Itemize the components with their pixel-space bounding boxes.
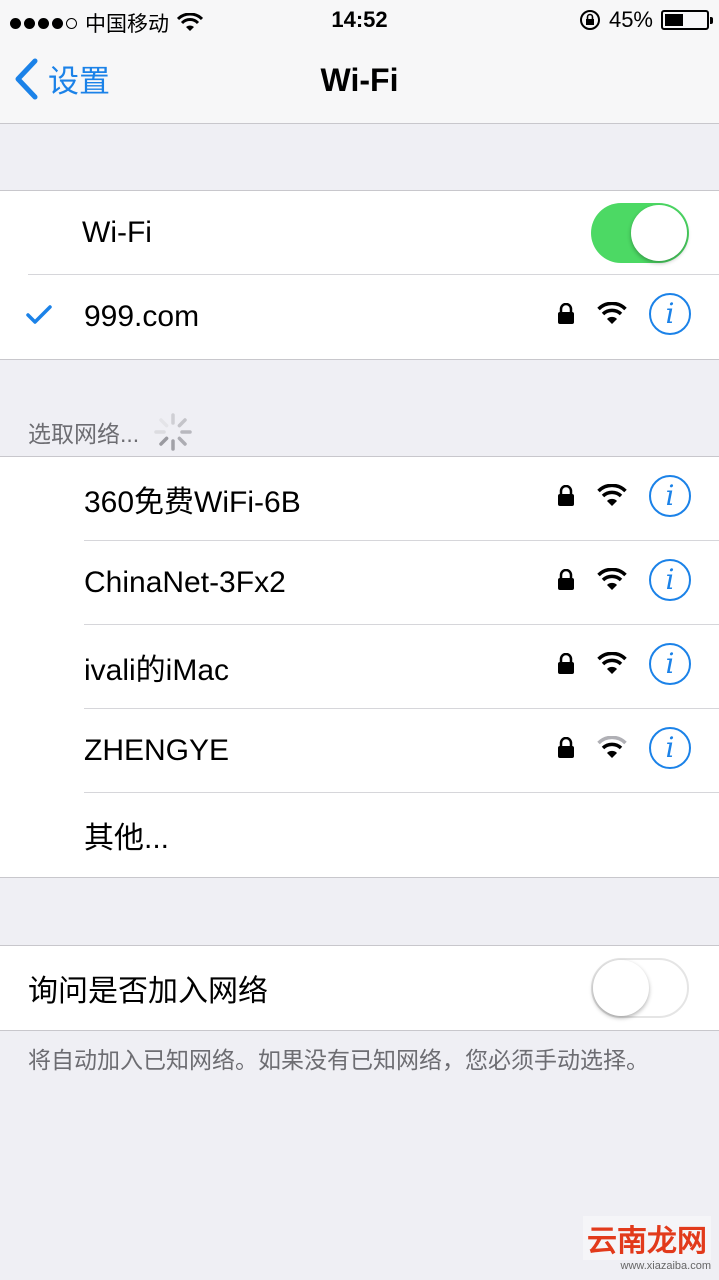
info-icon[interactable]: i: [649, 475, 691, 517]
network-row[interactable]: 360免费WiFi-6B i: [0, 457, 719, 541]
ask-to-join-footer: 将自动加入已知网络。如果没有已知网络，您必须手动选择。: [28, 1047, 649, 1073]
battery-icon: [661, 10, 713, 30]
battery-level: [665, 14, 683, 26]
network-row[interactable]: ZHENGYE i: [0, 709, 719, 793]
info-icon[interactable]: i: [649, 643, 691, 685]
network-row[interactable]: ChinaNet-3Fx2 i: [0, 541, 719, 625]
networks-group: 360免费WiFi-6B i ChinaNet-3Fx2 i ivali的iMa…: [0, 456, 719, 878]
watermark-url: www.xiazaiba.com: [620, 1260, 711, 1272]
ask-to-join-label: 询问是否加入网络: [28, 975, 268, 1008]
wifi-toggle-label: Wi-Fi: [82, 216, 152, 249]
other-network-label: 其他...: [84, 822, 170, 855]
watermark-brand: 云南龙网: [583, 1216, 711, 1260]
wifi-signal-icon: [597, 568, 627, 590]
network-row[interactable]: ivali的iMac i: [0, 625, 719, 709]
toggle-knob: [631, 205, 687, 261]
ask-to-join-toggle[interactable]: [591, 958, 689, 1018]
network-name: ChinaNet-3Fx2: [84, 566, 286, 599]
info-icon[interactable]: i: [649, 727, 691, 769]
navigation-bar: 设置 Wi-Fi: [0, 40, 719, 124]
wifi-signal-icon: [597, 302, 627, 324]
page-title: Wi-Fi: [320, 62, 399, 98]
wifi-signal-icon: [597, 652, 627, 674]
info-icon[interactable]: i: [649, 559, 691, 601]
info-icon[interactable]: i: [649, 293, 691, 335]
network-status-icons: i: [557, 475, 691, 517]
wifi-group: Wi-Fi 999.com i: [0, 190, 719, 360]
section-header: 选取网络...: [28, 412, 193, 452]
connected-network-name: 999.com: [84, 300, 200, 333]
lock-icon: [558, 485, 574, 506]
connected-network-row[interactable]: 999.com i: [0, 275, 719, 359]
checkmark-icon: [26, 305, 52, 324]
lock-icon: [558, 737, 574, 758]
network-status-icons: i: [557, 559, 691, 601]
lock-icon: [558, 653, 574, 674]
network-name: ivali的iMac: [84, 654, 230, 687]
wifi-toggle[interactable]: [591, 203, 689, 263]
choose-network-label: 选取网络...: [28, 421, 140, 447]
network-status-icons: i: [557, 643, 691, 685]
network-status-icons: i: [557, 727, 691, 769]
wifi-signal-icon: [597, 484, 627, 506]
network-status-icons: i: [557, 293, 691, 335]
network-name: 360免费WiFi-6B: [84, 486, 301, 519]
status-right: 45%: [579, 7, 713, 33]
lock-icon: [558, 569, 574, 590]
ask-to-join-group: 询问是否加入网络: [0, 945, 719, 1031]
lock-icon: [558, 303, 574, 324]
wifi-toggle-row: Wi-Fi: [0, 191, 719, 275]
watermark: 云南龙网 www.xiazaiba.com: [583, 1216, 711, 1272]
rotation-lock-icon: [579, 10, 600, 30]
network-name: ZHENGYE: [84, 734, 230, 767]
other-network-row[interactable]: 其他...: [0, 793, 719, 877]
battery-percent: 45%: [608, 7, 653, 32]
ask-to-join-row: 询问是否加入网络: [0, 946, 719, 1030]
toggle-knob: [593, 960, 649, 1016]
loading-spinner-icon: [154, 413, 192, 451]
status-bar: 中国移动 14:52 45%: [0, 0, 719, 40]
wifi-signal-weak-icon: [597, 736, 627, 758]
